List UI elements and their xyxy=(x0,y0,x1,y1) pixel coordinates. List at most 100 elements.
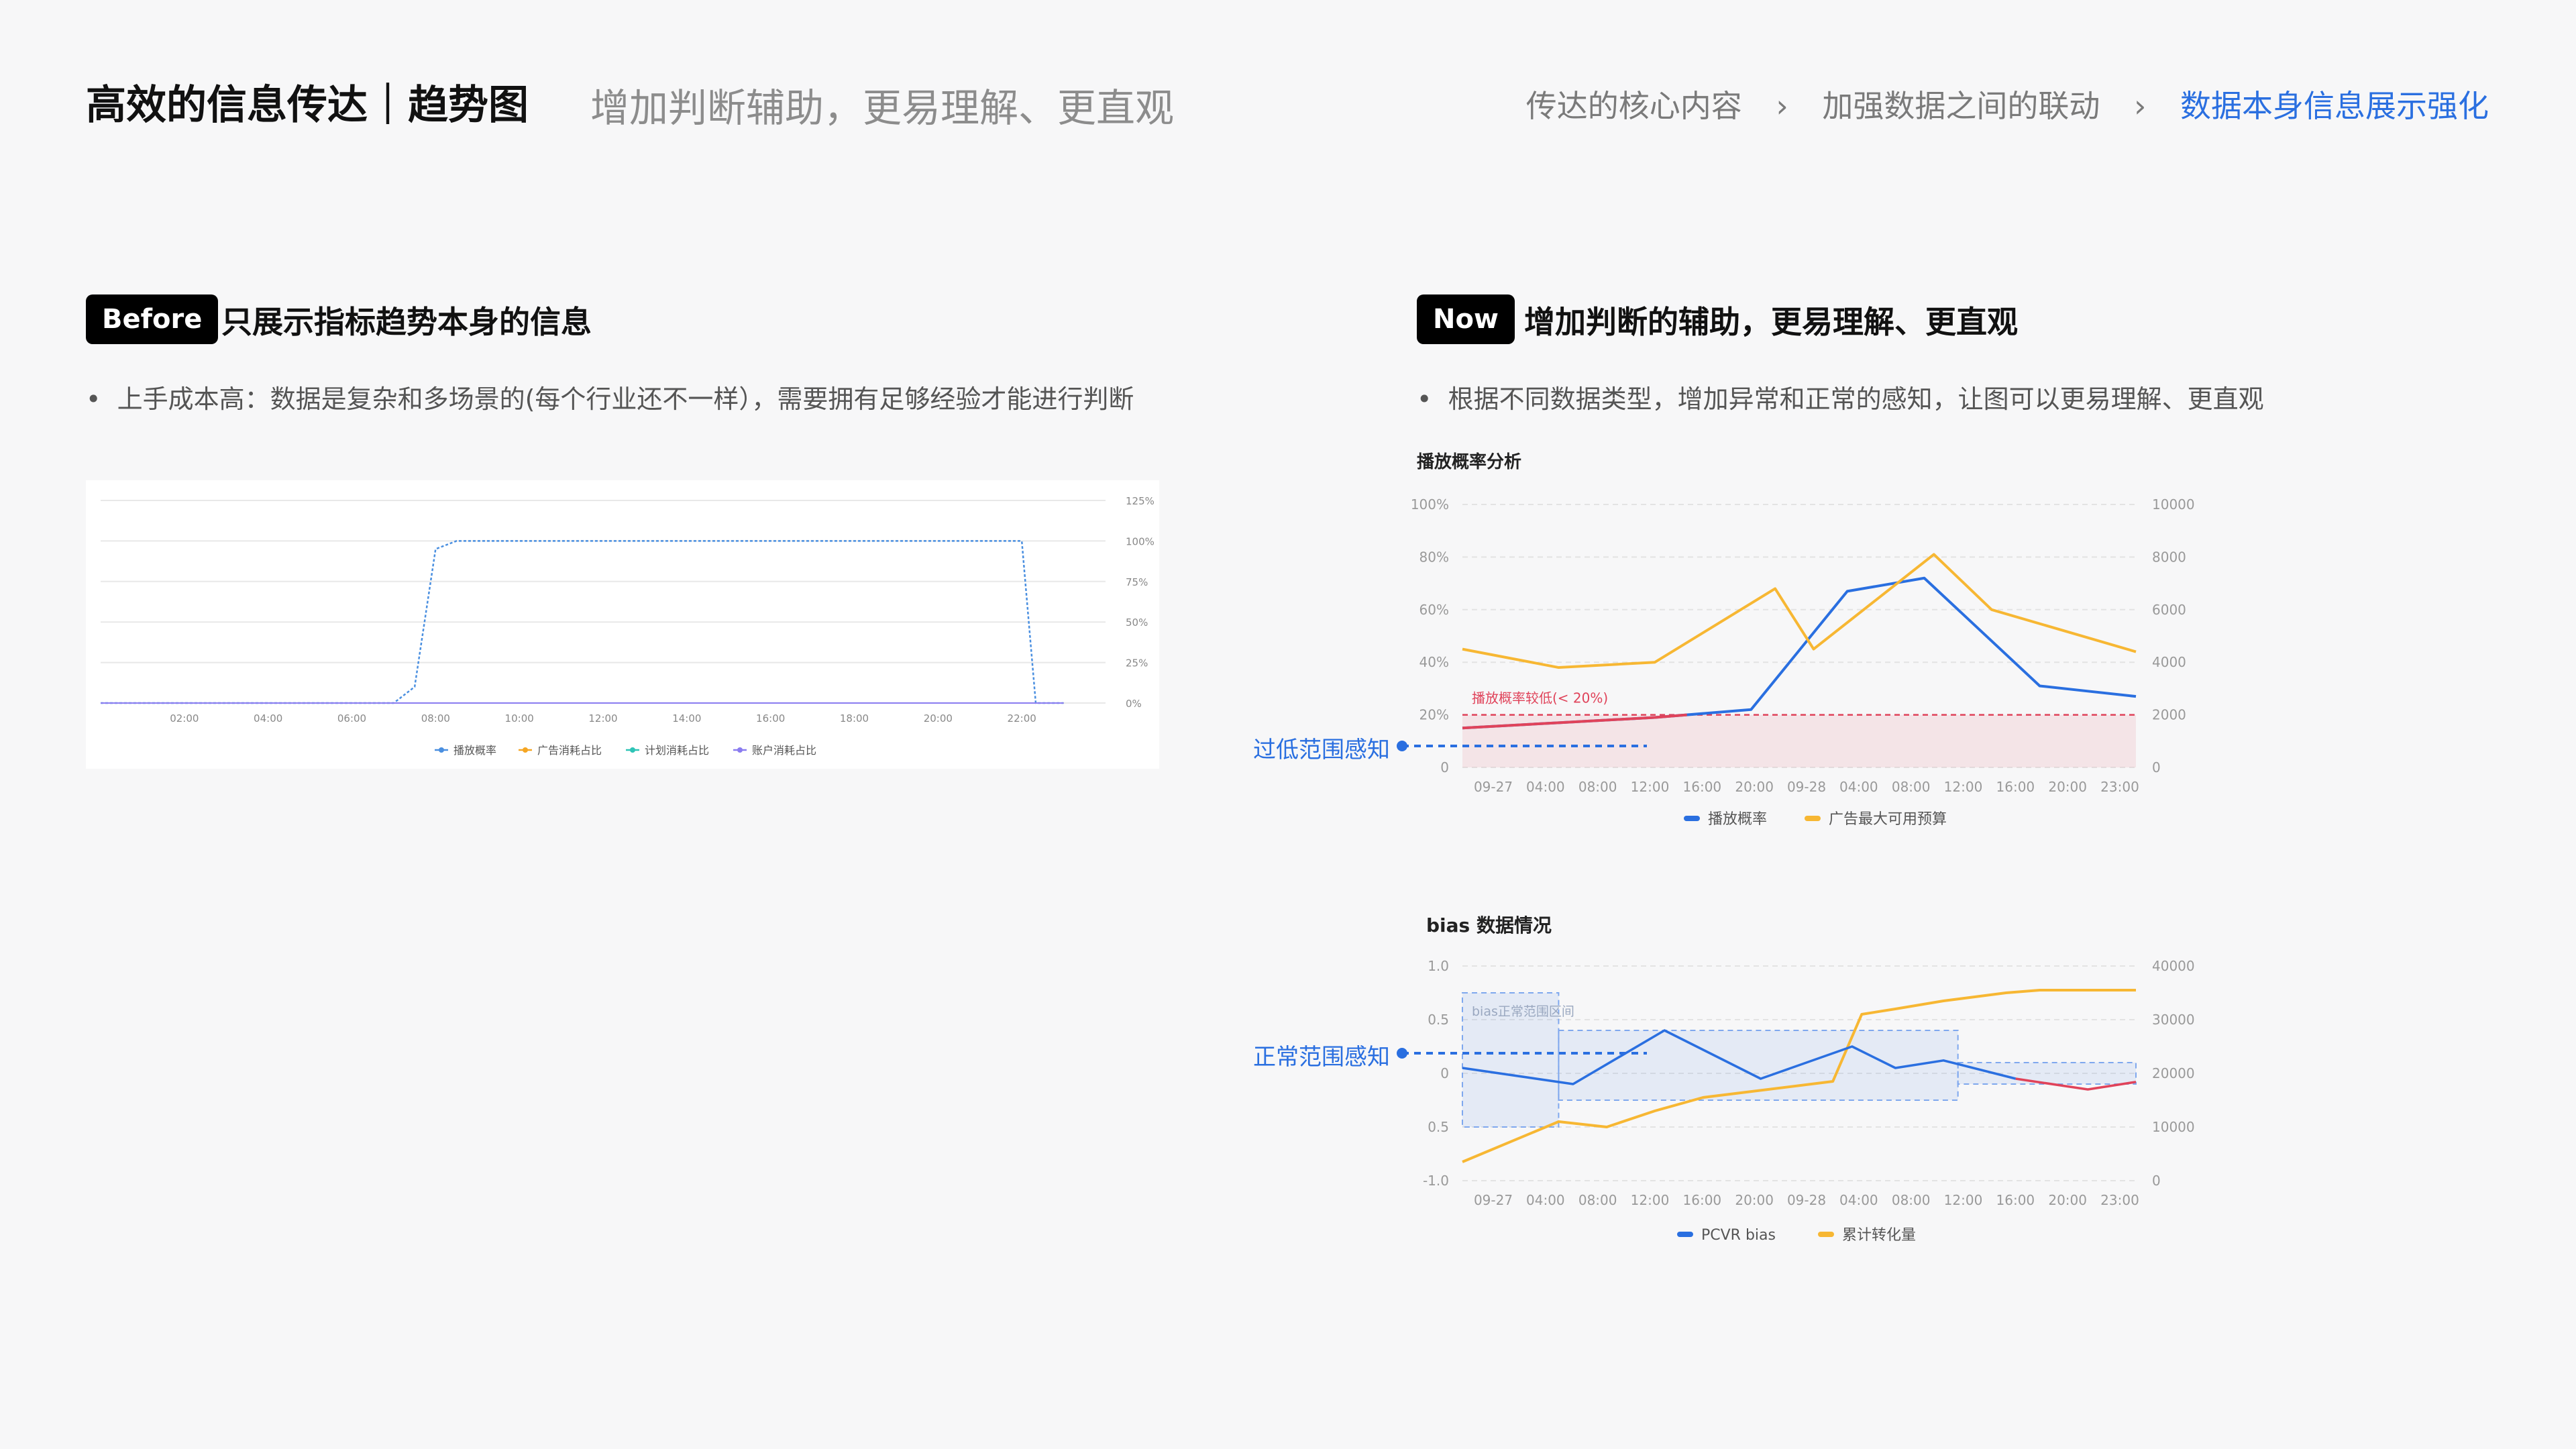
y-right-tick-label: 0 xyxy=(2152,1173,2161,1189)
now-bullet: • 根据不同数据类型，增加异常和正常的感知，让图可以更易理解、更直观 xyxy=(1417,384,2264,414)
x-tick-label: 23:00 xyxy=(2100,1192,2139,1208)
x-tick-label: 04:00 xyxy=(1839,779,1878,795)
y-left-tick-label: 100% xyxy=(1411,496,1449,513)
y-tick-label: 25% xyxy=(1126,657,1148,669)
x-tick-label: 22:00 xyxy=(1008,712,1036,724)
now-bullet-text: 根据不同数据类型，增加异常和正常的感知，让图可以更易理解、更直观 xyxy=(1448,384,2264,414)
legend-swatch xyxy=(1805,816,1821,821)
x-tick-label: 09-28 xyxy=(1787,779,1826,795)
legend-swatch xyxy=(1684,816,1700,821)
x-tick-label: 08:00 xyxy=(1892,1192,1931,1208)
x-tick-label: 23:00 xyxy=(2100,779,2139,795)
y-right-tick-label: 4000 xyxy=(2152,654,2186,670)
legend-swatch xyxy=(1818,1232,1834,1237)
legend-swatch xyxy=(1677,1232,1693,1237)
y-left-tick-label: 0.5 xyxy=(1428,1119,1449,1135)
x-tick-label: 20:00 xyxy=(1735,1192,1774,1208)
legend-label: 广告最大可用预算 xyxy=(1829,811,1947,828)
y-right-tick-label: 20000 xyxy=(2152,1065,2195,1081)
y-left-tick-label: 0 xyxy=(1440,759,1449,775)
y-right-tick-label: 6000 xyxy=(2152,602,2186,618)
x-tick-label: 09-27 xyxy=(1474,1192,1513,1208)
x-tick-label: 09-28 xyxy=(1787,1192,1826,1208)
y-tick-label: 100% xyxy=(1126,535,1155,547)
y-left-tick-label: -1.0 xyxy=(1423,1173,1449,1189)
x-tick-label: 12:00 xyxy=(588,712,617,724)
now-tag: Now xyxy=(1417,294,1515,344)
chevron-right-icon: › xyxy=(2133,88,2147,124)
legend-marker xyxy=(737,747,743,753)
x-tick-label: 04:00 xyxy=(1839,1192,1878,1208)
x-tick-label: 16:00 xyxy=(1683,1192,1722,1208)
play-prob-chart-svg: 100% 10000 80% 8000 60% 6000 40% 4000 20% 2000 0 0 播… xyxy=(1411,496,2195,828)
low-range-callout: 过低范围感知 xyxy=(1253,737,1390,763)
before-chart-svg: 125% 100% 75% 50% 25% 0% 02:00 04:00 06:00 08:00 1… xyxy=(101,495,1155,757)
before-tag: Before xyxy=(86,294,219,344)
breadcrumb: 传达的核心内容 › 加强数据之间的联动 › 数据本身信息展示强化 xyxy=(1526,82,2489,126)
normal-range-band-2 xyxy=(1957,1062,2137,1085)
legend-label: 播放概率 xyxy=(1708,811,1767,828)
x-tick-label: 16:00 xyxy=(1996,779,2035,795)
y-tick-label: 0% xyxy=(1126,698,1142,710)
page-header: 高效的信息传达｜趋势图 增加判断辅助，更易理解、更直观 传达的核心内容 › 加强… xyxy=(86,72,2501,133)
x-tick-label: 20:00 xyxy=(2048,1192,2087,1208)
x-tick-label: 20:00 xyxy=(924,712,953,724)
legend-label: 计划消耗占比 xyxy=(645,744,709,757)
bias-chart: 1.0 40000 0.5 30000 0 20000 0.5 10000 -1.0 0 bias正… xyxy=(1409,946,2214,1254)
x-tick-label: 20:00 xyxy=(1735,779,1774,795)
breadcrumb-item-core-content[interactable]: 传达的核心内容 xyxy=(1526,88,1742,124)
normal-range-callout: 正常范围感知 xyxy=(1253,1044,1390,1071)
x-tick-label: 10:00 xyxy=(505,712,534,724)
x-tick-label: 08:00 xyxy=(1578,1192,1617,1208)
x-tick-label: 18:00 xyxy=(840,712,869,724)
low-range-pointer-dot xyxy=(1397,741,1407,751)
y-left-tick-label: 60% xyxy=(1419,602,1449,618)
x-tick-label: 12:00 xyxy=(1631,779,1670,795)
play-prob-chart: 100% 10000 80% 8000 60% 6000 40% 4000 20% 2000 0 0 播… xyxy=(1409,483,2214,832)
before-bullet-text: 上手成本高：数据是复杂和多场景的(每个行业还不一样），需要拥有足够经验才能进行判… xyxy=(117,384,1134,414)
play-prob-chart-title: 播放概率分析 xyxy=(1417,452,1522,472)
y-tick-label: 50% xyxy=(1126,616,1148,629)
x-tick-label: 06:00 xyxy=(337,712,366,724)
x-tick-label: 04:00 xyxy=(1526,1192,1565,1208)
y-left-tick-label: 0.5 xyxy=(1428,1012,1449,1028)
legend-label: 广告消耗占比 xyxy=(537,744,602,757)
y-tick-label: 125% xyxy=(1126,495,1155,507)
x-tick-label: 04:00 xyxy=(1526,779,1565,795)
threshold-label: 播放概率较低(< 20%) xyxy=(1472,690,1608,706)
x-tick-label: 12:00 xyxy=(1944,1192,1983,1208)
y-tick-label: 75% xyxy=(1126,576,1148,588)
y-left-tick-label: 80% xyxy=(1419,549,1449,565)
normal-range-pointer-dot xyxy=(1397,1048,1407,1059)
x-tick-label: 04:00 xyxy=(254,712,282,724)
legend-label: 账户消耗占比 xyxy=(752,744,816,757)
legend-label: PCVR bias xyxy=(1701,1227,1776,1244)
x-tick-label: 02:00 xyxy=(170,712,199,724)
x-tick-label: 08:00 xyxy=(1892,779,1931,795)
legend-label: 累计转化量 xyxy=(1842,1227,1916,1244)
breadcrumb-item-data-display[interactable]: 数据本身信息展示强化 xyxy=(2180,88,2489,124)
y-right-tick-label: 10000 xyxy=(2152,496,2195,513)
x-tick-label: 14:00 xyxy=(672,712,701,724)
x-tick-label: 16:00 xyxy=(1683,779,1722,795)
chevron-right-icon: › xyxy=(1776,88,1788,124)
y-left-tick-label: 0 xyxy=(1440,1065,1449,1081)
x-tick-label: 16:00 xyxy=(756,712,785,724)
x-tick-label: 12:00 xyxy=(1944,779,1983,795)
now-section-title: 增加判断的辅助，更易理解、更直观 xyxy=(1524,304,2018,340)
x-tick-label: 16:00 xyxy=(1996,1192,2035,1208)
y-right-tick-label: 2000 xyxy=(2152,707,2186,723)
y-right-tick-label: 0 xyxy=(2152,759,2161,775)
y-left-tick-label: 40% xyxy=(1419,654,1449,670)
y-right-tick-label: 30000 xyxy=(2152,1012,2195,1028)
y-right-tick-label: 40000 xyxy=(2152,958,2195,974)
before-section-title: 只展示指标趋势本身的信息 xyxy=(221,304,592,340)
legend-marker xyxy=(630,747,635,753)
y-right-tick-label: 8000 xyxy=(2152,549,2186,565)
breadcrumb-item-data-linkage[interactable]: 加强数据之间的联动 xyxy=(1822,88,2100,124)
before-bullet: • 上手成本高：数据是复杂和多场景的(每个行业还不一样），需要拥有足够经验才能进… xyxy=(86,384,1134,414)
legend-marker xyxy=(523,747,528,753)
y-left-tick-label: 1.0 xyxy=(1428,958,1449,974)
page-title: 高效的信息传达｜趋势图 xyxy=(86,82,529,129)
band-label: bias正常范围区间 xyxy=(1472,1004,1574,1019)
